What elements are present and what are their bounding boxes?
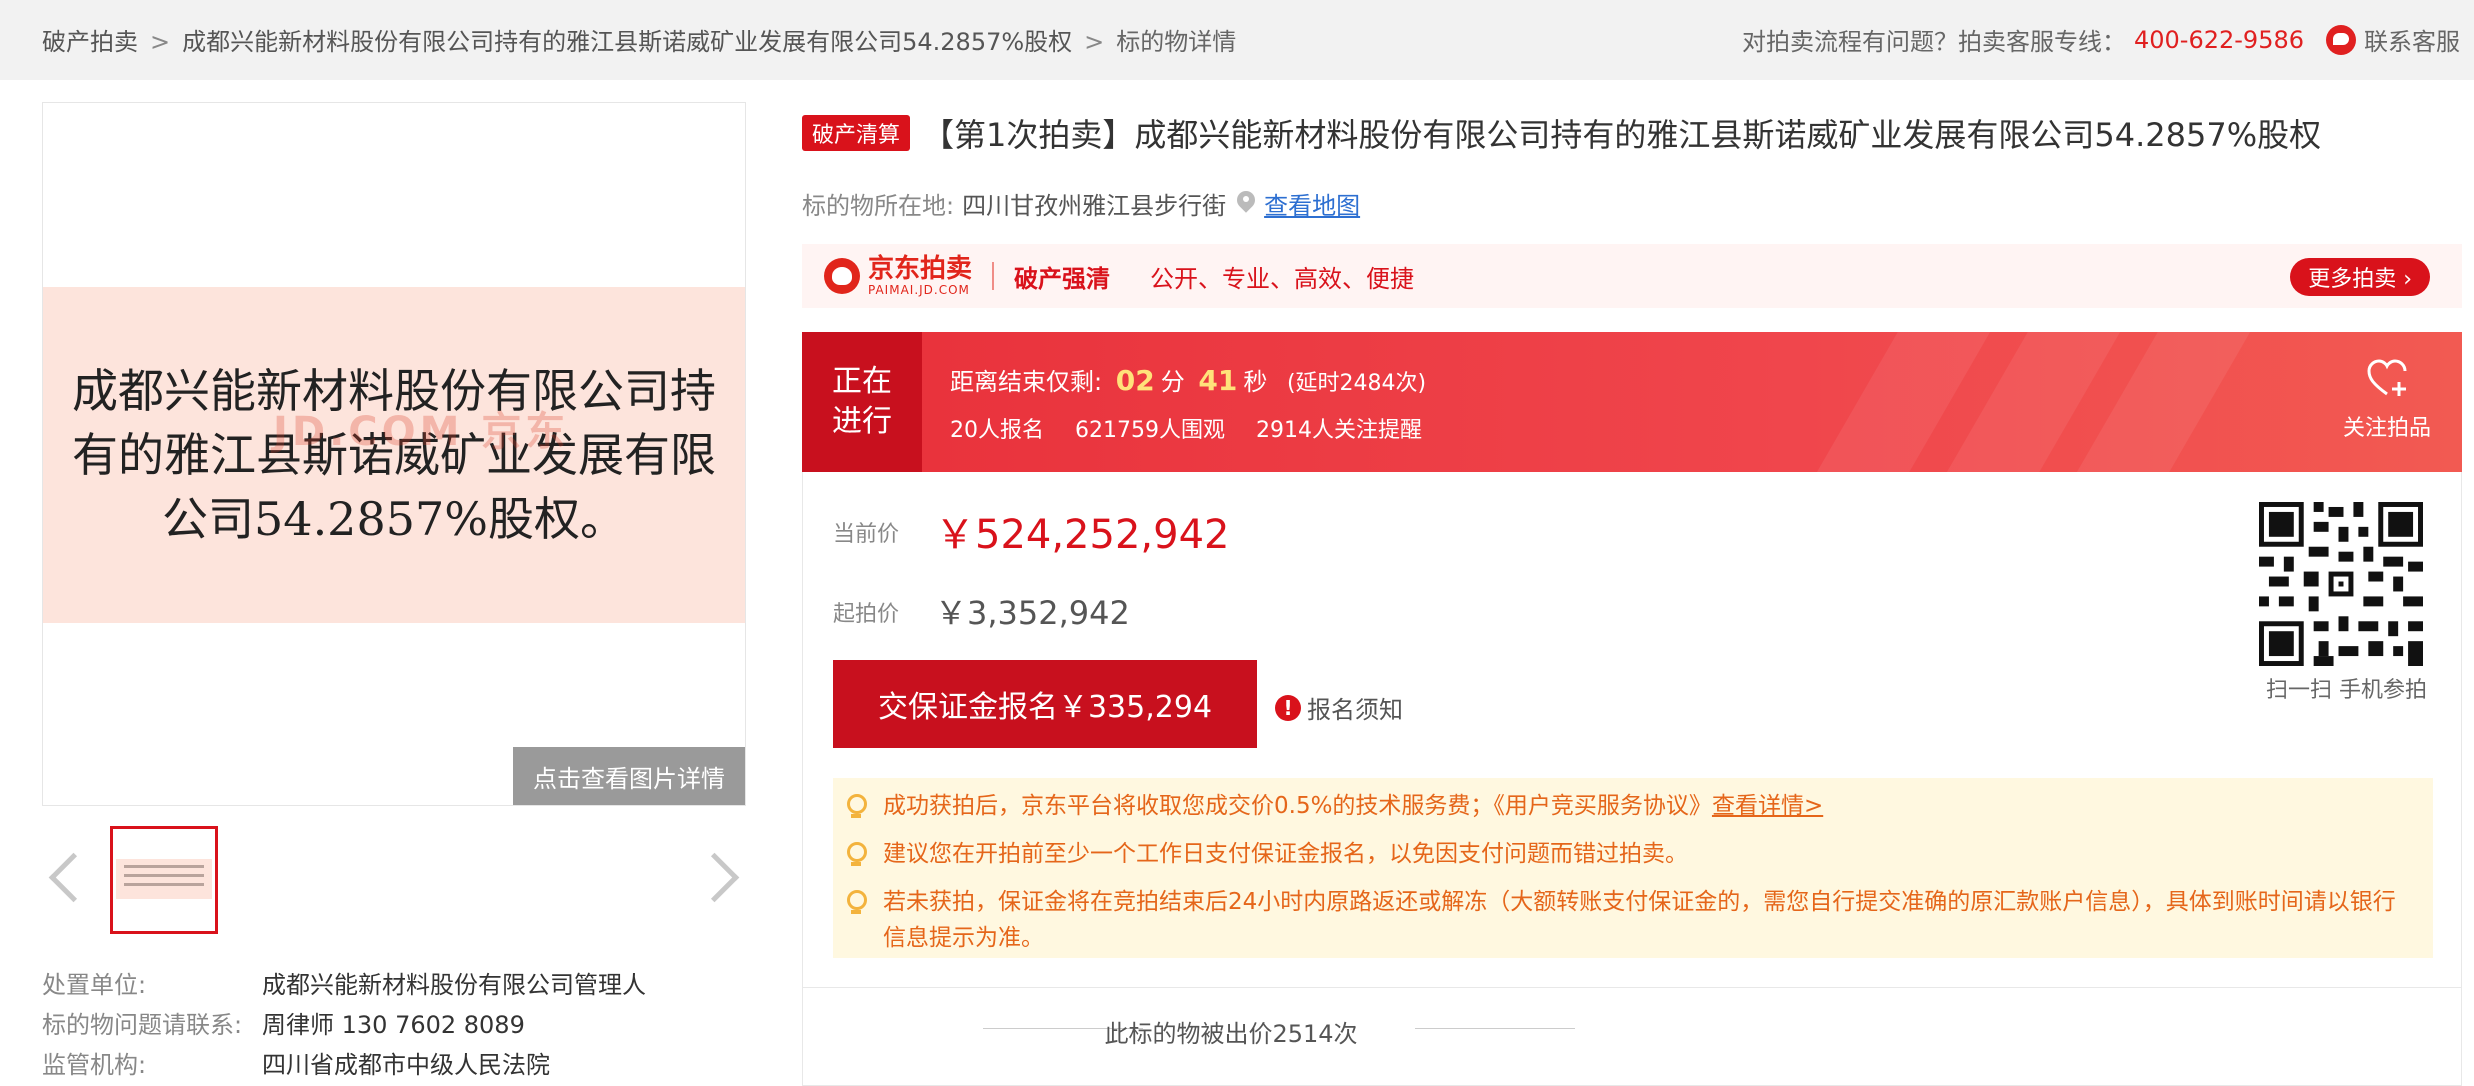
countdown: 距离结束仅剩: 02 分 41 秒 (延时2484次) — [950, 362, 1426, 397]
bid-history-header: 此标的物被出价2514次 — [802, 988, 2462, 1086]
top-bar: 破产拍卖 > 成都兴能新材料股份有限公司持有的雅江县斯诺威矿业发展有限公司54.28… — [0, 0, 2474, 80]
info-value: 周律师 130 7602 8089 — [262, 1010, 525, 1039]
banner-slogan-1: 破产强清 — [1014, 264, 1111, 293]
customer-service: 对拍卖流程有问题？拍卖客服专线： 400-622-9586 联系客服 — [1742, 22, 2460, 57]
thumbnail-strip — [42, 822, 746, 934]
jd-auction-logo: 京东拍卖 PAIMAI.JD.COM — [824, 255, 972, 297]
info-row-contact: 标的物问题请联系: 周律师 130 7602 8089 — [42, 1002, 762, 1042]
chevron-left-icon[interactable] — [46, 852, 82, 902]
info-value: 四川省成都市中级人民法院 — [262, 1050, 550, 1079]
info-key: 标的物问题请联系: — [42, 1010, 243, 1039]
bid-count-label: 此标的物被出价2514次 — [1104, 1020, 1358, 1048]
map-pin-icon — [1236, 191, 1256, 217]
thumbnail-image — [116, 859, 212, 899]
info-row-disposer: 处置单位: 成都兴能新材料股份有限公司管理人 — [42, 962, 762, 1002]
tip-text: 若未获拍，保证金将在竞拍结束后24小时内原路返还或解冻（大额转账支付保证金的，需… — [883, 889, 2396, 951]
jd-dog-icon — [824, 258, 860, 294]
follow-lot-button[interactable]: 关注拍品 — [2332, 356, 2442, 442]
extension-count: (延时2484次) — [1286, 371, 1427, 396]
location-label: 标的物所在地: — [802, 192, 955, 220]
status-state: 正在 进行 — [802, 332, 922, 472]
breadcrumb: 破产拍卖 > 成都兴能新材料股份有限公司持有的雅江县斯诺威矿业发展有限公司54.28… — [42, 22, 1236, 57]
document-image: 成都兴能新材料股份有限公司持有的雅江县斯诺威矿业发展有限公司54.2857%股权… — [43, 287, 745, 623]
start-price-label: 起拍价 — [833, 602, 900, 627]
current-price-label: 当前价 — [833, 522, 900, 547]
watcher-count: 2914人关注提醒 — [1255, 418, 1422, 443]
location-value: 四川甘孜州雅江县步行街 — [962, 192, 1227, 220]
breadcrumb-item-auction[interactable]: 破产拍卖 — [42, 28, 138, 56]
lightbulb-icon — [845, 842, 867, 870]
hotline-number: 400-622-9586 — [2133, 25, 2304, 54]
page-title: 【第1次拍卖】成都兴能新材料股份有限公司持有的雅江县斯诺威矿业发展有限公司54.… — [922, 116, 2322, 154]
contact-service-link[interactable]: 联系客服 — [2364, 22, 2460, 57]
view-image-detail-button[interactable]: 点击查看图片详情 — [513, 747, 745, 805]
tips-box: 成功获拍后，京东平台将收取您成交价0.5%的技术服务费；《用户竞买服务协议》查看… — [833, 778, 2433, 958]
lot-title-row: 破产清算 【第1次拍卖】成都兴能新材料股份有限公司持有的雅江县斯诺威矿业发展有限… — [802, 110, 2321, 156]
status-state-line: 正在 — [832, 364, 892, 399]
auction-status-bar: 正在 进行 距离结束仅剩: 02 分 41 秒 (延时2484次) 20人报名 62… — [802, 332, 2462, 472]
signup-count: 20人报名 — [950, 418, 1044, 443]
countdown-minutes: 02 — [1115, 364, 1155, 397]
main-image[interactable]: 成都兴能新材料股份有限公司持有的雅江县斯诺威矿业发展有限公司54.2857%股权… — [42, 102, 746, 806]
auction-stats: 20人报名 621759人围观 2914人关注提醒 — [950, 412, 1446, 444]
location-row: 标的物所在地: 四川甘孜州雅江县步行街 查看地图 — [802, 186, 1360, 221]
chat-icon[interactable] — [2326, 24, 2356, 55]
viewer-count: 621759人围观 — [1075, 418, 1225, 443]
signup-notice-link[interactable]: ! 报名须知 — [1275, 690, 1403, 725]
logo-domain: PAIMAI.JD.COM — [868, 283, 970, 297]
tip-text: 建议您在开拍前至少一个工作日支付保证金报名，以免因支付问题而错过拍卖。 — [883, 841, 1688, 867]
lightbulb-icon — [845, 890, 867, 918]
breadcrumb-separator: > — [150, 28, 171, 56]
follow-label: 关注拍品 — [2342, 416, 2431, 441]
breadcrumb-item-lot[interactable]: 成都兴能新材料股份有限公司持有的雅江县斯诺威矿业发展有限公司54.2857%股权 — [182, 28, 1072, 56]
current-price: ￥524,252,942 — [935, 512, 1230, 558]
breadcrumb-item-current: 标的物详情 — [1116, 28, 1237, 56]
price-panel: 当前价 ￥524,252,942 起拍价 ￥3,352,942 交保证金报名￥3… — [802, 472, 2462, 988]
view-agreement-link[interactable]: 查看详情> — [1712, 793, 1823, 819]
tip-item: 建议您在开拍前至少一个工作日支付保证金报名，以免因支付问题而错过拍卖。 — [847, 836, 2413, 872]
lot-info: 处置单位: 成都兴能新材料股份有限公司管理人 标的物问题请联系: 周律师 130… — [42, 962, 762, 1082]
breadcrumb-separator: > — [1084, 28, 1105, 56]
info-key: 监管机构: — [42, 1050, 147, 1079]
banner-divider — [992, 262, 995, 290]
signup-notice-label: 报名须知 — [1307, 696, 1403, 724]
pay-deposit-button[interactable]: 交保证金报名￥335,294 — [833, 660, 1257, 748]
tip-text: 成功获拍后，京东平台将收取您成交价0.5%的技术服务费；《用户竞买服务协议》 — [883, 793, 1712, 819]
tip-item: 若未获拍，保证金将在竞拍结束后24小时内原路返还或解冻（大额转账支付保证金的，需… — [847, 884, 2413, 956]
qr-code-icon — [2259, 502, 2423, 666]
start-price: ￥3,352,942 — [935, 594, 1130, 632]
exclamation-icon: ! — [1275, 694, 1301, 721]
minutes-unit: 分 — [1160, 368, 1185, 396]
more-auctions-button[interactable]: 更多拍卖 › — [2290, 258, 2430, 296]
help-text: 对拍卖流程有问题？拍卖客服专线： — [1741, 28, 2126, 56]
tip-item: 成功获拍后，京东平台将收取您成交价0.5%的技术服务费；《用户竞买服务协议》查看… — [847, 788, 2413, 824]
watermark: JD.COM 京东 — [273, 409, 570, 455]
banner-slogan-2: 公开、专业、高效、便捷 — [1150, 264, 1415, 293]
countdown-seconds: 41 — [1198, 364, 1238, 397]
view-map-link[interactable]: 查看地图 — [1264, 186, 1360, 221]
promo-banner[interactable]: 京东拍卖 PAIMAI.JD.COM 破产强清 公开、专业、高效、便捷 更多拍卖… — [802, 244, 2462, 308]
chevron-right-icon[interactable] — [706, 852, 742, 902]
info-row-regulator: 监管机构: 四川省成都市中级人民法院 — [42, 1042, 762, 1082]
info-value: 成都兴能新材料股份有限公司管理人 — [262, 970, 646, 999]
countdown-label: 距离结束仅剩: — [950, 368, 1103, 396]
seconds-unit: 秒 — [1243, 368, 1268, 396]
bankruptcy-tag: 破产清算 — [802, 115, 911, 151]
heart-plus-icon — [2365, 356, 2409, 400]
logo-text: 京东拍卖 — [868, 254, 973, 284]
info-key: 处置单位: — [42, 970, 147, 999]
qr-label: 扫一扫 手机参拍 — [2266, 678, 2427, 703]
thumbnail-selected[interactable] — [110, 826, 218, 934]
status-state-line: 进行 — [832, 404, 892, 439]
lightbulb-icon — [845, 794, 867, 822]
